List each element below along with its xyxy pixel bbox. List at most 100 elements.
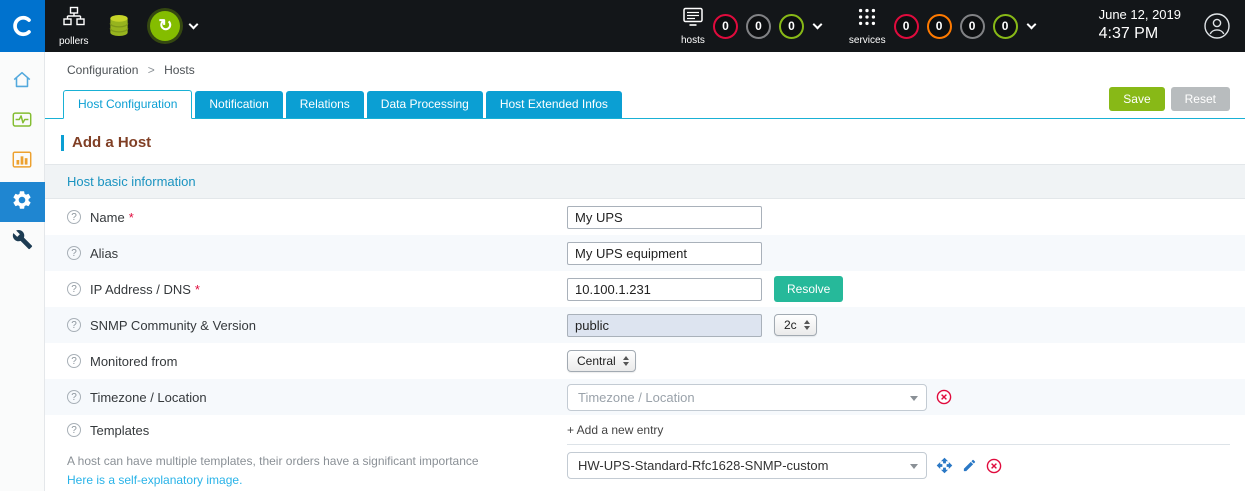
breadcrumb: Configuration > Hosts — [45, 52, 1245, 87]
timezone-label: Timezone / Location — [90, 390, 207, 405]
template-remove-icon[interactable] — [986, 458, 1002, 474]
help-icon[interactable]: ? — [67, 354, 81, 368]
tab-relations[interactable]: Relations — [286, 91, 364, 118]
monitored-from-select[interactable]: Central — [567, 350, 636, 372]
chevron-down-icon[interactable] — [189, 19, 199, 29]
clock: June 12, 2019 4:37 PM — [1099, 7, 1181, 45]
tab-host-configuration[interactable]: Host Configuration — [63, 90, 192, 119]
timezone-clear-icon[interactable] — [936, 389, 952, 405]
hosts-icon — [681, 6, 705, 33]
sidebar — [0, 52, 45, 491]
help-icon[interactable]: ? — [67, 282, 81, 296]
hosts-status-group: hosts 0 0 0 — [681, 6, 821, 46]
pollers-icon — [62, 5, 86, 34]
required-asterisk: * — [129, 210, 134, 225]
topbar: pollers ↻ hosts 0 0 0 — [0, 0, 1245, 52]
templates-label: Templates — [90, 423, 149, 438]
ip-address-label: IP Address / DNS — [90, 282, 191, 297]
breadcrumb-hosts[interactable]: Hosts — [164, 63, 195, 77]
breadcrumb-configuration[interactable]: Configuration — [67, 63, 138, 77]
help-icon[interactable]: ? — [67, 390, 81, 404]
template-edit-icon[interactable] — [962, 458, 977, 473]
sidebar-item-home[interactable] — [0, 62, 45, 102]
chart-icon — [11, 149, 33, 176]
centreon-logo[interactable] — [0, 0, 45, 52]
snmp-community-input[interactable] — [567, 314, 762, 337]
templates-add-entry-link[interactable]: + Add a new entry — [567, 423, 663, 437]
templates-help-link[interactable]: Here is a self-explanatory image. — [67, 471, 242, 490]
template-move-icon[interactable] — [936, 457, 953, 474]
form-row-alias: ? Alias — [45, 235, 1245, 271]
wrench-icon — [12, 229, 33, 255]
alias-label: Alias — [90, 246, 118, 261]
snmp-label: SNMP Community & Version — [90, 318, 256, 333]
services-icon — [855, 6, 879, 33]
help-icon[interactable]: ? — [67, 246, 81, 260]
services-badge-warning[interactable]: 0 — [927, 14, 952, 39]
services-chevron-down-icon[interactable] — [1026, 19, 1036, 29]
user-profile-icon[interactable] — [1203, 12, 1231, 40]
form-row-ip-address: ? IP Address / DNS * Resolve — [45, 271, 1245, 307]
pollers-menu[interactable]: pollers — [59, 5, 88, 47]
select-stepper-icon — [623, 356, 629, 366]
database-icon[interactable] — [106, 13, 132, 39]
services-menu[interactable]: services — [849, 6, 886, 46]
tab-bar: Host Configuration Notification Relation… — [45, 87, 1245, 119]
dropdown-arrow-icon — [910, 396, 918, 401]
sidebar-item-reporting[interactable] — [0, 142, 45, 182]
snmp-version-select[interactable]: 2c — [774, 314, 817, 336]
reset-button[interactable]: Reset — [1171, 87, 1230, 111]
form-row-timezone: ? Timezone / Location Timezone / Locatio… — [45, 379, 1245, 415]
save-button[interactable]: Save — [1109, 87, 1164, 111]
home-icon — [11, 69, 33, 96]
gear-icon — [11, 189, 33, 216]
resolve-button[interactable]: Resolve — [774, 276, 843, 302]
tab-notification[interactable]: Notification — [195, 91, 282, 118]
dropdown-arrow-icon — [910, 464, 918, 469]
page-title: Add a Host — [45, 119, 1245, 164]
templates-help-text: A host can have multiple templates, thei… — [67, 452, 567, 471]
alias-input[interactable] — [567, 242, 762, 265]
template-select[interactable]: HW-UPS-Standard-Rfc1628-SNMP-custom — [567, 452, 927, 479]
required-asterisk: * — [195, 282, 200, 297]
sidebar-item-configuration[interactable] — [0, 182, 45, 222]
services-badge-critical[interactable]: 0 — [894, 14, 919, 39]
hosts-menu[interactable]: hosts — [681, 6, 705, 46]
title-accent-bar — [61, 135, 64, 151]
name-input[interactable] — [567, 206, 762, 229]
form-row-template-entry: A host can have multiple templates, thei… — [45, 445, 1245, 491]
select-stepper-icon — [804, 320, 810, 330]
tab-host-extended-infos[interactable]: Host Extended Infos — [486, 91, 622, 118]
hosts-badge-up[interactable]: 0 — [779, 14, 804, 39]
centreon-c-icon — [10, 13, 36, 39]
form-row-monitored-from: ? Monitored from Central — [45, 343, 1245, 379]
form-row-snmp: ? SNMP Community & Version 2c — [45, 307, 1245, 343]
ip-address-input[interactable] — [567, 278, 762, 301]
help-icon[interactable]: ? — [67, 423, 81, 437]
form-row-name: ? Name * — [45, 199, 1245, 235]
hosts-badge-down[interactable]: 0 — [713, 14, 738, 39]
sidebar-item-monitoring[interactable] — [0, 102, 45, 142]
refresh-status-icon[interactable]: ↻ — [150, 11, 180, 41]
form-actions: Save Reset — [1109, 87, 1230, 118]
tab-data-processing[interactable]: Data Processing — [367, 91, 483, 118]
section-host-basic-information: Host basic information — [45, 164, 1245, 199]
services-badge-unknown[interactable]: 0 — [960, 14, 985, 39]
current-time: 4:37 PM — [1099, 24, 1181, 45]
help-icon[interactable]: ? — [67, 210, 81, 224]
current-date: June 12, 2019 — [1099, 7, 1181, 24]
pollers-label: pollers — [59, 36, 88, 47]
sidebar-item-administration[interactable] — [0, 222, 45, 262]
hosts-badge-unreachable[interactable]: 0 — [746, 14, 771, 39]
help-icon[interactable]: ? — [67, 318, 81, 332]
services-label: services — [849, 35, 886, 46]
services-badge-ok[interactable]: 0 — [993, 14, 1018, 39]
name-label: Name — [90, 210, 125, 225]
form-row-templates: ? Templates + Add a new entry — [45, 415, 1245, 445]
heartbeat-icon — [11, 109, 33, 136]
monitored-from-label: Monitored from — [90, 354, 177, 369]
hosts-label: hosts — [681, 35, 705, 46]
hosts-chevron-down-icon[interactable] — [812, 19, 822, 29]
timezone-select[interactable]: Timezone / Location — [567, 384, 927, 411]
main-content: Configuration > Hosts Host Configuration… — [45, 52, 1245, 491]
